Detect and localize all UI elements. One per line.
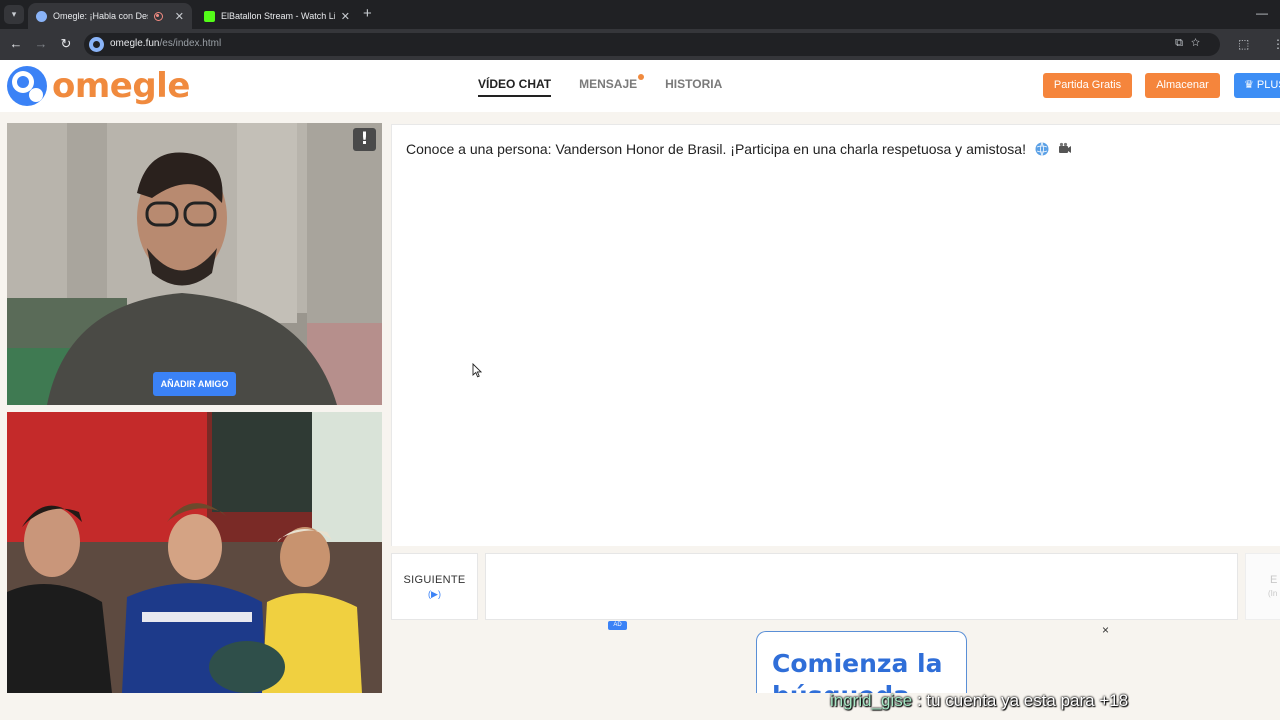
globe-icon	[36, 10, 47, 22]
browser-tabstrip: ▾ Omegle: ¡Habla con Desconocidos! ✕ ElB…	[0, 0, 1280, 29]
tab-title: ElBatallon Stream - Watch Live on Kick	[221, 11, 335, 21]
nav-video-chat[interactable]: VÍDEO CHAT	[478, 77, 552, 97]
report-button[interactable]: !	[353, 128, 376, 151]
reload-icon[interactable]: ↻	[58, 36, 74, 52]
browser-toolbar: ← → ↻ omegle.fun/es/index.html ⧉☆ ⬚ ⋮	[0, 29, 1280, 60]
address-bar[interactable]: omegle.fun/es/index.html ⧉☆	[84, 33, 1220, 56]
main-nav: VÍDEO CHAT MENSAJE HISTORIA	[478, 74, 722, 97]
tab-title: Omegle: ¡Habla con Desconocidos!	[53, 11, 148, 21]
ad-card[interactable]: Comienza la búsqueda	[756, 631, 967, 693]
browser-tab-kick[interactable]: ElBatallon Stream - Watch Live on Kick ✕	[196, 3, 358, 29]
omnibox-actions: ⧉☆	[1175, 37, 1208, 50]
video-camera-icon	[1058, 142, 1071, 153]
message-input[interactable]	[485, 553, 1238, 620]
remote-video: ! AÑADIR AMIGO	[7, 123, 382, 405]
close-tab-icon[interactable]: ✕	[175, 10, 184, 23]
crown-icon: ♛	[1244, 79, 1257, 91]
new-tab-button[interactable]: +	[363, 5, 372, 23]
logo-mark-icon	[6, 65, 48, 107]
browser-menu-icon[interactable]: ⋮	[1272, 36, 1280, 52]
close-tab-icon[interactable]: ✕	[341, 10, 350, 23]
next-button[interactable]: SIGUIENTE (▶)	[391, 553, 478, 620]
next-button-label: SIGUIENTE	[403, 574, 466, 586]
add-friend-button[interactable]: AÑADIR AMIGO	[153, 372, 236, 396]
bookmark-star-icon[interactable]: ☆	[1191, 37, 1208, 49]
kick-icon	[204, 10, 215, 22]
forward-arrow-icon[interactable]: →	[33, 36, 49, 52]
install-app-icon[interactable]: ⧉	[1175, 37, 1191, 49]
overlay-username: ingrid_gise	[830, 691, 913, 710]
site-info-icon[interactable]	[89, 37, 104, 52]
omegle-logo[interactable]: omegle	[6, 65, 190, 107]
next-button-hint: (▶)	[428, 589, 441, 599]
stream-chat-overlay: ingrid_gise : tu cuenta ya esta para +18	[830, 691, 1128, 711]
site-header: omegle VÍDEO CHAT MENSAJE HISTORIA Parti…	[0, 60, 1280, 112]
local-video	[7, 412, 382, 693]
tab-search-button[interactable]: ▾	[4, 5, 24, 24]
nav-history[interactable]: HISTORIA	[665, 77, 722, 97]
ad-badge: AD	[608, 621, 627, 630]
extensions-icon[interactable]: ⬚	[1238, 36, 1249, 52]
ad-title: Comienza la	[772, 649, 943, 678]
overlay-message: : tu cuenta ya esta para +18	[912, 691, 1129, 710]
globe-icon	[1035, 142, 1049, 156]
window-minimize-icon[interactable]: —	[1256, 6, 1268, 20]
url-text: omegle.fun/es/index.html	[110, 38, 222, 49]
mouse-cursor-icon	[472, 363, 482, 378]
send-button[interactable]: E (In	[1245, 553, 1280, 620]
back-arrow-icon[interactable]: ←	[8, 36, 24, 52]
send-button-hint: (In	[1268, 589, 1278, 598]
free-match-button[interactable]: Partida Gratis	[1043, 73, 1132, 98]
nav-message[interactable]: MENSAJE	[579, 74, 645, 97]
plus-button[interactable]: ♛ PLUS	[1234, 73, 1280, 98]
notification-dot	[638, 74, 645, 80]
chat-log: Conoce a una persona: Vanderson Honor de…	[391, 124, 1280, 546]
recording-icon	[153, 11, 163, 21]
browser-tab-omegle[interactable]: Omegle: ¡Habla con Desconocidos! ✕	[28, 3, 192, 29]
local-video-frame	[7, 412, 382, 693]
logo-text: omegle	[52, 66, 190, 106]
send-button-label: E	[1270, 574, 1278, 586]
remote-video-frame	[7, 123, 382, 405]
ad-close-icon[interactable]: ×	[1102, 623, 1109, 637]
store-button[interactable]: Almacenar	[1145, 73, 1220, 98]
system-message: Conoce a una persona: Vanderson Honor de…	[406, 141, 1072, 157]
